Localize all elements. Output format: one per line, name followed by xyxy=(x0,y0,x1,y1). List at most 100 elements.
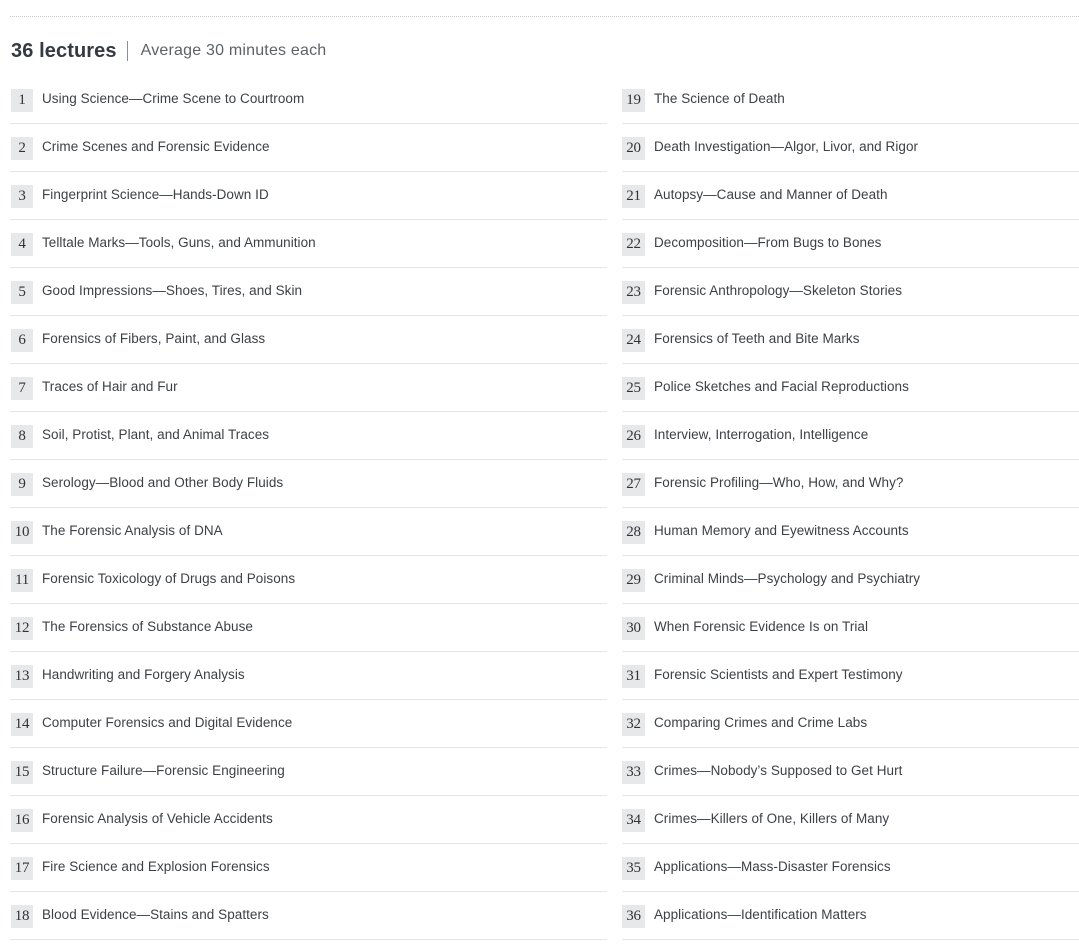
lecture-item[interactable]: 32 Comparing Crimes and Crime Labs xyxy=(622,700,1079,748)
lecture-number: 5 xyxy=(11,281,33,304)
lecture-title[interactable]: Forensic Profiling—Who, How, and Why? xyxy=(654,475,903,490)
top-divider xyxy=(10,16,1079,17)
lecture-title[interactable]: Telltale Marks—Tools, Guns, and Ammuniti… xyxy=(42,235,316,250)
lecture-title[interactable]: Fingerprint Science—Hands-Down ID xyxy=(42,187,269,202)
lecture-item[interactable]: 35 Applications—Mass-Disaster Forensics xyxy=(622,844,1079,892)
lecture-item[interactable]: 13 Handwriting and Forgery Analysis xyxy=(10,652,607,700)
lecture-item[interactable]: 11 Forensic Toxicology of Drugs and Poiso… xyxy=(10,556,607,604)
lecture-item[interactable]: 17 Fire Science and Explosion Forensics xyxy=(10,844,607,892)
lecture-number: 25 xyxy=(622,377,645,400)
lecture-item[interactable]: 9 Serology—Blood and Other Body Fluids xyxy=(10,460,607,508)
lecture-number: 30 xyxy=(622,617,645,640)
lecture-title[interactable]: The Forensic Analysis of DNA xyxy=(42,523,223,538)
lecture-item[interactable]: 29 Criminal Minds—Psychology and Psychiat… xyxy=(622,556,1079,604)
lecture-number: 20 xyxy=(622,137,645,160)
lecture-item[interactable]: 27 Forensic Profiling—Who, How, and Why? xyxy=(622,460,1079,508)
lecture-number: 3 xyxy=(11,185,33,208)
lecture-title[interactable]: Serology—Blood and Other Body Fluids xyxy=(42,475,283,490)
lecture-item[interactable]: 18 Blood Evidence—Stains and Spatters xyxy=(10,892,607,940)
lecture-title[interactable]: Blood Evidence—Stains and Spatters xyxy=(42,907,269,922)
lecture-item[interactable]: 25 Police Sketches and Facial Reproductio… xyxy=(622,364,1079,412)
lecture-item[interactable]: 4 Telltale Marks—Tools, Guns, and Ammunit… xyxy=(10,220,607,268)
lecture-title[interactable]: Comparing Crimes and Crime Labs xyxy=(654,715,867,730)
lecture-item[interactable]: 19 The Science of Death xyxy=(622,76,1079,124)
lecture-item[interactable]: 10 The Forensic Analysis of DNA xyxy=(10,508,607,556)
lecture-number: 8 xyxy=(11,425,33,448)
lecture-title[interactable]: Handwriting and Forgery Analysis xyxy=(42,667,245,682)
lecture-item[interactable]: 20 Death Investigation—Algor, Livor, and … xyxy=(622,124,1079,172)
lecture-number: 6 xyxy=(11,329,33,352)
lecture-number: 7 xyxy=(11,377,33,400)
lecture-title[interactable]: Death Investigation—Algor, Livor, and Ri… xyxy=(654,139,918,154)
lecture-item[interactable]: 5 Good Impressions—Shoes, Tires, and Skin xyxy=(10,268,607,316)
lecture-number: 1 xyxy=(11,89,33,112)
lecture-list-right: 19 The Science of Death 20 Death Investigat… xyxy=(622,76,1079,940)
lecture-title[interactable]: Structure Failure—Forensic Engineering xyxy=(42,763,285,778)
lecture-number: 15 xyxy=(11,761,33,784)
lecture-title[interactable]: Forensics of Fibers, Paint, and Glass xyxy=(42,331,265,346)
lecture-title[interactable]: Decomposition—From Bugs to Bones xyxy=(654,235,881,250)
lecture-title[interactable]: Human Memory and Eyewitness Accounts xyxy=(654,523,909,538)
lecture-item[interactable]: 3 Fingerprint Science—Hands-Down ID xyxy=(10,172,607,220)
lecture-item[interactable]: 30 When Forensic Evidence Is on Trial xyxy=(622,604,1079,652)
lecture-item[interactable]: 28 Human Memory and Eyewitness Accounts xyxy=(622,508,1079,556)
lecture-item[interactable]: 16 Forensic Analysis of Vehicle Accidents xyxy=(10,796,607,844)
lecture-item[interactable]: 2 Crime Scenes and Forensic Evidence xyxy=(10,124,607,172)
lecture-number: 4 xyxy=(11,233,33,256)
lecture-number: 35 xyxy=(622,857,645,880)
lecture-item[interactable]: 21 Autopsy—Cause and Manner of Death xyxy=(622,172,1079,220)
lecture-title[interactable]: Forensic Scientists and Expert Testimony xyxy=(654,667,903,682)
lecture-title[interactable]: Soil, Protist, Plant, and Animal Traces xyxy=(42,427,269,442)
lecture-title[interactable]: Police Sketches and Facial Reproductions xyxy=(654,379,909,394)
lecture-number: 9 xyxy=(11,473,33,496)
lecture-title[interactable]: Applications—Identification Matters xyxy=(654,907,867,922)
lecture-item[interactable]: 36 Applications—Identification Matters xyxy=(622,892,1079,940)
lecture-number: 23 xyxy=(622,281,645,304)
lecture-item[interactable]: 34 Crimes—Killers of One, Killers of Many xyxy=(622,796,1079,844)
lecture-number: 31 xyxy=(622,665,645,688)
lecture-title[interactable]: Crimes—Killers of One, Killers of Many xyxy=(654,811,889,826)
lecture-title[interactable]: Computer Forensics and Digital Evidence xyxy=(42,715,292,730)
lecture-title[interactable]: Using Science—Crime Scene to Courtroom xyxy=(42,91,304,106)
lecture-number: 33 xyxy=(622,761,645,784)
lecture-item[interactable]: 12 The Forensics of Substance Abuse xyxy=(10,604,607,652)
lecture-title[interactable]: Interview, Interrogation, Intelligence xyxy=(654,427,868,442)
lecture-title[interactable]: Good Impressions—Shoes, Tires, and Skin xyxy=(42,283,302,298)
lecture-title[interactable]: Criminal Minds—Psychology and Psychiatry xyxy=(654,571,920,586)
lecture-number: 29 xyxy=(622,569,645,592)
lecture-number: 32 xyxy=(622,713,645,736)
lecture-title[interactable]: Forensics of Teeth and Bite Marks xyxy=(654,331,860,346)
lecture-item[interactable]: 15 Structure Failure—Forensic Engineering xyxy=(10,748,607,796)
lecture-number: 11 xyxy=(11,569,33,592)
lecture-title[interactable]: Crime Scenes and Forensic Evidence xyxy=(42,139,270,154)
lecture-title[interactable]: Forensic Anthropology—Skeleton Stories xyxy=(654,283,902,298)
lecture-item[interactable]: 24 Forensics of Teeth and Bite Marks xyxy=(622,316,1079,364)
lecture-title[interactable]: Traces of Hair and Fur xyxy=(42,379,178,394)
lecture-title[interactable]: The Forensics of Substance Abuse xyxy=(42,619,253,634)
lecture-title[interactable]: Forensic Toxicology of Drugs and Poisons xyxy=(42,571,295,586)
lecture-title[interactable]: When Forensic Evidence Is on Trial xyxy=(654,619,868,634)
lecture-title[interactable]: Fire Science and Explosion Forensics xyxy=(42,859,270,874)
lecture-item[interactable]: 14 Computer Forensics and Digital Evidenc… xyxy=(10,700,607,748)
lecture-title[interactable]: Forensic Analysis of Vehicle Accidents xyxy=(42,811,273,826)
lecture-title[interactable]: The Science of Death xyxy=(654,91,785,106)
lecture-item[interactable]: 1 Using Science—Crime Scene to Courtroom xyxy=(10,76,607,124)
lecture-number: 22 xyxy=(622,233,645,256)
lecture-item[interactable]: 23 Forensic Anthropology—Skeleton Stories xyxy=(622,268,1079,316)
lecture-title[interactable]: Crimes—Nobody’s Supposed to Get Hurt xyxy=(654,763,902,778)
lecture-number: 17 xyxy=(11,857,33,880)
lecture-number: 24 xyxy=(622,329,645,352)
lecture-item[interactable]: 33 Crimes—Nobody’s Supposed to Get Hurt xyxy=(622,748,1079,796)
lecture-title[interactable]: Applications—Mass-Disaster Forensics xyxy=(654,859,891,874)
lecture-number: 14 xyxy=(11,713,33,736)
lecture-item[interactable]: 6 Forensics of Fibers, Paint, and Glass xyxy=(10,316,607,364)
lecture-item[interactable]: 8 Soil, Protist, Plant, and Animal Traces xyxy=(10,412,607,460)
lecture-title[interactable]: Autopsy—Cause and Manner of Death xyxy=(654,187,888,202)
lecture-item[interactable]: 22 Decomposition—From Bugs to Bones xyxy=(622,220,1079,268)
lecture-item[interactable]: 31 Forensic Scientists and Expert Testimo… xyxy=(622,652,1079,700)
lecture-item[interactable]: 26 Interview, Interrogation, Intelligence xyxy=(622,412,1079,460)
lecture-item[interactable]: 7 Traces of Hair and Fur xyxy=(10,364,607,412)
lecture-number: 16 xyxy=(11,809,33,832)
lecture-number: 12 xyxy=(11,617,33,640)
lecture-number: 21 xyxy=(622,185,645,208)
